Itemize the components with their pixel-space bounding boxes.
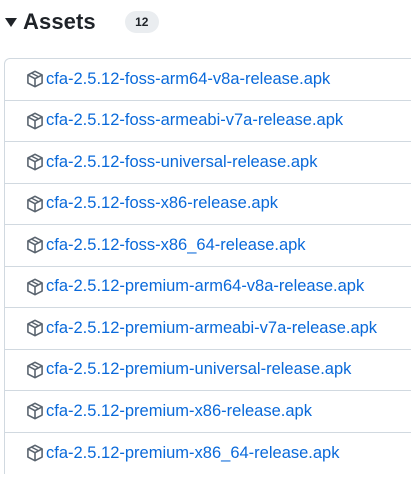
asset-download-link[interactable]: cfa-2.5.12-premium-arm64-v8a-release.apk	[24, 276, 364, 297]
package-icon	[24, 276, 45, 297]
package-icon	[24, 152, 45, 173]
asset-download-link[interactable]: cfa-2.5.12-foss-armeabi-v7a-release.apk	[24, 110, 343, 131]
package-icon	[24, 401, 45, 422]
asset-row: cfa-2.5.12-premium-universal-release.apk	[5, 350, 411, 391]
asset-name: cfa-2.5.12-premium-arm64-v8a-release.apk	[46, 277, 365, 296]
asset-name: cfa-2.5.12-premium-universal-release.apk	[46, 360, 352, 379]
package-icon	[24, 318, 45, 339]
package-icon	[24, 235, 45, 256]
asset-name: cfa-2.5.12-premium-armeabi-v7a-release.a…	[46, 318, 378, 337]
triangle-down-icon[interactable]	[0, 0, 22, 44]
asset-row: cfa-2.5.12-premium-arm64-v8a-release.apk	[5, 267, 411, 308]
asset-download-link[interactable]: cfa-2.5.12-foss-arm64-v8a-release.apk	[24, 69, 330, 90]
asset-download-link[interactable]: cfa-2.5.12-foss-x86-release.apk	[24, 193, 278, 214]
assets-count-badge: 12	[124, 11, 159, 33]
assets-header[interactable]: Assets 12	[0, 0, 159, 44]
asset-row: cfa-2.5.12-premium-x86_64-release.apk	[5, 433, 411, 475]
asset-name: cfa-2.5.12-foss-x86_64-release.apk	[46, 235, 306, 254]
asset-download-link[interactable]: cfa-2.5.12-premium-universal-release.apk	[24, 359, 351, 380]
asset-download-link[interactable]: cfa-2.5.12-premium-armeabi-v7a-release.a…	[24, 318, 377, 339]
asset-name: cfa-2.5.12-foss-armeabi-v7a-release.apk	[46, 111, 344, 130]
assets-title: Assets	[23, 9, 96, 34]
asset-download-link[interactable]: cfa-2.5.12-foss-x86_64-release.apk	[24, 235, 306, 256]
asset-row: cfa-2.5.12-foss-x86-release.apk	[5, 184, 411, 225]
asset-download-link[interactable]: cfa-2.5.12-premium-x86_64-release.apk	[24, 443, 339, 464]
asset-row: cfa-2.5.12-foss-armeabi-v7a-release.apk	[5, 101, 411, 142]
package-icon	[24, 359, 45, 380]
asset-list: cfa-2.5.12-foss-arm64-v8a-release.apk cf…	[4, 58, 411, 474]
asset-row: cfa-2.5.12-foss-x86_64-release.apk	[5, 225, 411, 267]
asset-row: cfa-2.5.12-premium-x86-release.apk	[5, 391, 411, 433]
asset-row: cfa-2.5.12-foss-universal-release.apk	[5, 142, 411, 184]
asset-name: cfa-2.5.12-premium-x86_64-release.apk	[46, 443, 340, 462]
asset-download-link[interactable]: cfa-2.5.12-premium-x86-release.apk	[24, 401, 312, 422]
asset-row: cfa-2.5.12-foss-arm64-v8a-release.apk	[5, 59, 411, 101]
package-icon	[24, 110, 45, 131]
package-icon	[24, 69, 45, 90]
package-icon	[24, 193, 45, 214]
asset-row: cfa-2.5.12-premium-armeabi-v7a-release.a…	[5, 308, 411, 350]
asset-name: cfa-2.5.12-foss-arm64-v8a-release.apk	[46, 69, 331, 88]
package-icon	[24, 443, 45, 464]
asset-name: cfa-2.5.12-premium-x86-release.apk	[46, 401, 312, 420]
asset-name: cfa-2.5.12-foss-x86-release.apk	[46, 194, 279, 213]
asset-name: cfa-2.5.12-foss-universal-release.apk	[46, 152, 318, 171]
asset-download-link[interactable]: cfa-2.5.12-foss-universal-release.apk	[24, 152, 317, 173]
